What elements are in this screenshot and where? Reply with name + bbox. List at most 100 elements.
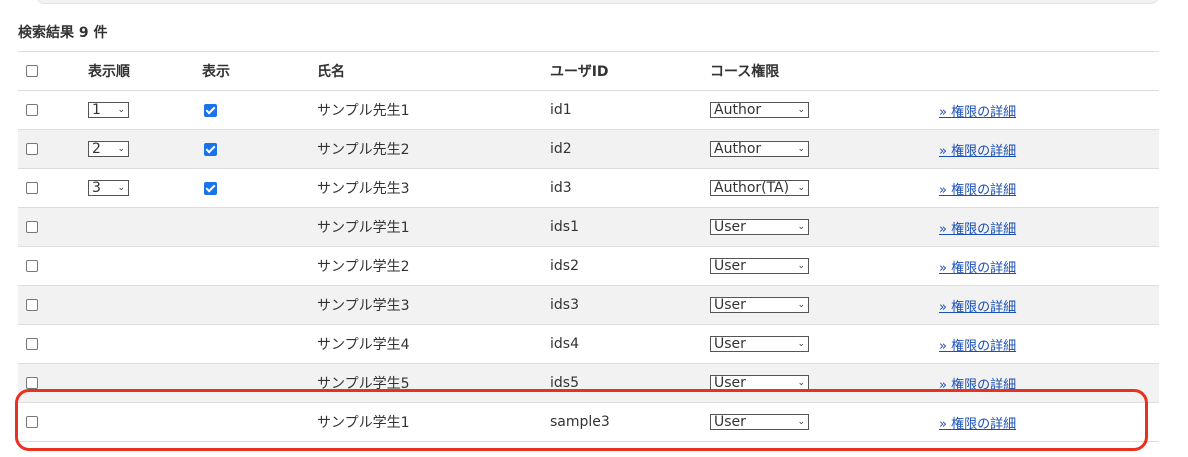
detail-cell: » 権限の詳細 — [939, 90, 1159, 130]
role-select[interactable]: User ⌄ — [710, 297, 809, 313]
name-cell: サンプル先生1 — [317, 90, 550, 130]
row-select-cell — [18, 285, 88, 325]
role-value: User — [714, 219, 746, 235]
chevron-down-icon: ⌄ — [117, 144, 125, 154]
table-row: 1 ⌄ サンプル先生1 id1 Author ⌄» 権限の詳細 — [18, 90, 1159, 130]
header-display: 表示 — [202, 51, 317, 91]
order-cell — [88, 402, 202, 442]
display-checkbox[interactable] — [204, 142, 217, 156]
order-cell — [88, 246, 202, 286]
row-checkbox[interactable] — [26, 416, 38, 428]
display-cell — [202, 402, 317, 442]
chevron-down-icon: ⌄ — [797, 339, 805, 349]
role-value: Author — [714, 141, 762, 157]
header-user-id: ユーザID — [550, 51, 710, 91]
row-select-cell — [18, 90, 88, 130]
role-value: User — [714, 336, 746, 352]
table-row: サンプル学生1 sample3 User ⌄ » 権限の詳細 — [18, 402, 1159, 442]
role-cell: Author ⌄ — [710, 90, 939, 130]
role-value: User — [714, 414, 746, 430]
row-checkbox[interactable] — [26, 299, 38, 311]
order-cell — [88, 324, 202, 364]
role-cell: User ⌄ — [710, 324, 939, 364]
permission-detail-link[interactable]: » 権限の詳細 — [939, 105, 1016, 120]
role-cell: User ⌄ — [710, 207, 939, 247]
row-checkbox[interactable] — [26, 260, 38, 272]
role-select[interactable]: Author(TA) ⌄ — [710, 180, 809, 196]
chevron-down-icon: ⌄ — [117, 105, 125, 115]
chevron-down-icon: ⌄ — [797, 222, 805, 232]
user-id-cell: ids3 — [550, 285, 710, 325]
user-id-cell: ids2 — [550, 246, 710, 286]
role-select[interactable]: User ⌄ — [710, 219, 809, 235]
row-checkbox[interactable] — [26, 377, 38, 389]
user-id-cell: id3 — [550, 168, 710, 208]
detail-cell: » 権限の詳細 — [939, 324, 1159, 364]
table-row: サンプル学生5 ids5 User ⌄ » 権限の詳細 — [18, 363, 1159, 403]
permission-detail-link[interactable]: » 権限の詳細 — [939, 261, 1016, 276]
table-row: サンプル学生3 ids3 User ⌄ » 権限の詳細 — [18, 285, 1159, 325]
order-select[interactable]: 3 ⌄ — [88, 180, 129, 196]
role-value: User — [714, 375, 746, 391]
order-select[interactable]: 1 ⌄ — [88, 102, 129, 118]
detail-cell: » 権限の詳細 — [939, 402, 1159, 442]
user-id-cell: sample3 — [550, 402, 710, 442]
order-select[interactable]: 2 ⌄ — [88, 141, 129, 157]
chevron-down-icon: ⌄ — [797, 261, 805, 271]
permission-detail-link[interactable]: » 権限の詳細 — [939, 300, 1016, 315]
permission-detail-link[interactable]: » 権限の詳細 — [939, 183, 1016, 198]
order-value: 3 — [92, 180, 101, 196]
name-cell: サンプル学生2 — [317, 246, 550, 286]
role-cell: User ⌄ — [710, 363, 939, 403]
detail-cell: » 権限の詳細 — [939, 129, 1159, 169]
display-cell — [202, 285, 317, 325]
role-select[interactable]: User ⌄ — [710, 258, 809, 274]
permission-detail-link[interactable]: » 権限の詳細 — [939, 378, 1016, 393]
role-select[interactable]: Author ⌄ — [710, 102, 809, 118]
chevron-down-icon: ⌄ — [797, 144, 805, 154]
order-value: 2 — [92, 141, 101, 157]
display-cell — [202, 363, 317, 403]
top-panel — [35, 0, 1160, 4]
display-cell — [202, 207, 317, 247]
row-select-cell — [18, 129, 88, 169]
order-cell: 2 ⌄ — [88, 129, 202, 169]
role-select[interactable]: User ⌄ — [710, 414, 809, 430]
role-value: Author — [714, 102, 762, 118]
display-cell — [202, 90, 317, 130]
chevron-down-icon: ⌄ — [117, 183, 125, 193]
display-checkbox[interactable] — [204, 181, 217, 195]
row-checkbox[interactable] — [26, 338, 38, 350]
user-id-cell: ids5 — [550, 363, 710, 403]
row-checkbox[interactable] — [26, 221, 38, 233]
table-row: 2 ⌄ サンプル先生2 id2 Author ⌄» 権限の詳細 — [18, 129, 1159, 169]
detail-cell: » 権限の詳細 — [939, 363, 1159, 403]
role-select[interactable]: Author ⌄ — [710, 141, 809, 157]
name-cell: サンプル学生1 — [317, 207, 550, 247]
table-row: サンプル学生2 ids2 User ⌄ » 権限の詳細 — [18, 246, 1159, 286]
display-checkbox[interactable] — [204, 103, 217, 117]
permission-detail-link[interactable]: » 権限の詳細 — [939, 417, 1016, 432]
user-id-cell: ids4 — [550, 324, 710, 364]
chevron-down-icon: ⌄ — [797, 378, 805, 388]
select-all-checkbox[interactable] — [26, 65, 38, 77]
row-checkbox[interactable] — [26, 182, 38, 194]
detail-cell: » 権限の詳細 — [939, 168, 1159, 208]
role-cell: User ⌄ — [710, 402, 939, 442]
row-checkbox[interactable] — [26, 143, 38, 155]
row-select-cell — [18, 363, 88, 403]
row-checkbox[interactable] — [26, 104, 38, 116]
permission-detail-link[interactable]: » 権限の詳細 — [939, 339, 1016, 354]
header-role: コース権限 — [710, 51, 939, 91]
role-select[interactable]: User ⌄ — [710, 336, 809, 352]
name-cell: サンプル学生3 — [317, 285, 550, 325]
header-order: 表示順 — [88, 51, 202, 91]
table-row: サンプル学生1 ids1 User ⌄ » 権限の詳細 — [18, 207, 1159, 247]
permission-detail-link[interactable]: » 権限の詳細 — [939, 222, 1016, 237]
row-select-cell — [18, 207, 88, 247]
order-value: 1 — [92, 102, 101, 118]
name-cell: サンプル学生4 — [317, 324, 550, 364]
detail-cell: » 権限の詳細 — [939, 285, 1159, 325]
role-select[interactable]: User ⌄ — [710, 375, 809, 391]
permission-detail-link[interactable]: » 権限の詳細 — [939, 144, 1016, 159]
